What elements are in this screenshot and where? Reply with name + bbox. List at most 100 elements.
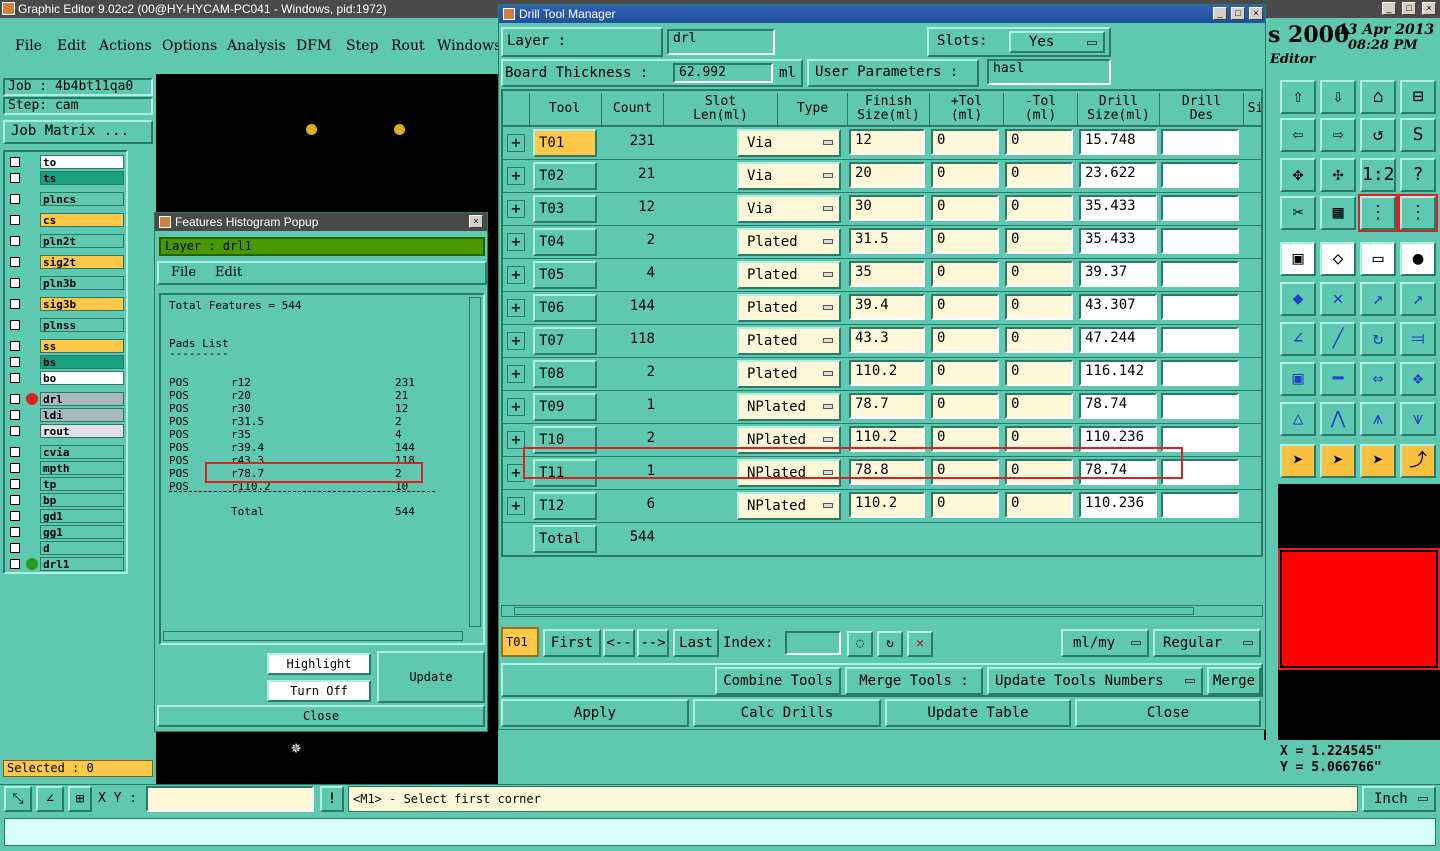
drill-des-field[interactable] <box>1161 228 1239 254</box>
highlight-button[interactable]: Highlight <box>267 653 371 675</box>
layer-row[interactable]: bs <box>6 355 124 369</box>
layer-row[interactable]: sig3b <box>6 297 124 311</box>
lock-icon[interactable]: ◌ <box>847 631 873 657</box>
layer-row[interactable]: tp <box>6 477 124 491</box>
layer-checkbox[interactable] <box>10 194 20 204</box>
drill-size-field[interactable]: 15.748 <box>1079 129 1157 155</box>
drill-des-field[interactable] <box>1161 162 1239 188</box>
maximize-icon[interactable]: □ <box>1402 2 1416 15</box>
minus-tol-field[interactable]: 0 <box>1005 261 1073 287</box>
grid-icon[interactable]: ⊞ <box>68 786 92 812</box>
menu-rout[interactable]: Rout <box>391 38 425 54</box>
layer-row[interactable]: rout <box>6 424 124 438</box>
next-button[interactable]: --> <box>637 629 669 657</box>
layer-row[interactable]: to <box>6 155 124 169</box>
menu-file[interactable]: File <box>15 38 42 54</box>
units-dropdown[interactable]: ml/my <box>1061 629 1149 657</box>
arrow-icon[interactable]: ↗ <box>1360 282 1396 316</box>
tool-type-dropdown[interactable]: NPlated <box>737 393 841 421</box>
layer-checkbox[interactable] <box>10 527 20 537</box>
layer-row[interactable]: drl <box>6 392 124 406</box>
minus-tol-field[interactable]: 0 <box>1005 228 1073 254</box>
minus-tol-field[interactable]: 0 <box>1005 393 1073 419</box>
minus-tol-field[interactable]: 0 <box>1005 195 1073 221</box>
help-icon[interactable]: ? <box>1400 158 1436 192</box>
layer-checkbox[interactable] <box>10 299 20 309</box>
plus-tol-field[interactable]: 0 <box>931 162 999 188</box>
expand-icon[interactable]: + <box>507 497 525 515</box>
layer-checkbox[interactable] <box>10 479 20 489</box>
plus-tol-field[interactable]: 0 <box>931 492 999 518</box>
rotate-icon[interactable]: ↺ <box>1360 118 1396 152</box>
minus-tol-field[interactable]: 0 <box>1005 162 1073 188</box>
center-icon[interactable]: ✣ <box>1320 158 1356 192</box>
tool-type-dropdown[interactable]: Via <box>737 129 841 157</box>
plus-tol-field[interactable]: 0 <box>931 327 999 353</box>
board-thickness-field[interactable]: 62.992 <box>673 63 773 83</box>
cross-icon[interactable]: ✕ <box>1320 282 1356 316</box>
zoom-fit-icon[interactable]: ⤡ <box>4 786 32 812</box>
layer-checkbox[interactable] <box>10 341 20 351</box>
update-tools-numbers-dropdown[interactable]: Update Tools Numbers <box>987 667 1203 695</box>
layer-checkbox[interactable] <box>10 394 20 404</box>
layer-checkbox[interactable] <box>10 373 20 383</box>
snap-icon[interactable]: S <box>1400 118 1436 152</box>
plus-tol-field[interactable]: 0 <box>931 195 999 221</box>
left-icon[interactable]: ⇦ <box>1280 118 1316 152</box>
menu-step[interactable]: Step <box>346 38 378 54</box>
layer-row[interactable]: gd1 <box>6 509 124 523</box>
xy-input[interactable] <box>146 786 314 812</box>
minus-tol-field[interactable]: 0 <box>1005 129 1073 155</box>
layer-checkbox[interactable] <box>10 543 20 553</box>
dash-icon[interactable]: ━ <box>1320 362 1356 396</box>
drill-des-field[interactable] <box>1161 261 1239 287</box>
layers-icon[interactable]: ⋮ <box>1358 194 1398 232</box>
tool-type-dropdown[interactable]: Plated <box>737 360 841 388</box>
menu-actions[interactable]: Actions <box>99 38 152 54</box>
calc-drills-button[interactable]: Calc Drills <box>693 699 881 727</box>
drill-size-field[interactable]: 35.433 <box>1079 195 1157 221</box>
layers-alt-icon[interactable]: ⋮ <box>1398 194 1438 232</box>
layer-row[interactable]: ts <box>6 171 124 185</box>
overview-map[interactable] <box>1278 548 1440 670</box>
drill-size-field[interactable]: 110.236 <box>1079 492 1157 518</box>
layer-checkbox[interactable] <box>10 559 20 569</box>
turn-off-button[interactable]: Turn Off <box>267 680 371 702</box>
drill-size-field[interactable]: 35.433 <box>1079 228 1157 254</box>
tool-id[interactable]: T04 <box>533 228 597 256</box>
plus-tol-field[interactable]: 0 <box>931 360 999 386</box>
histogram-menu-edit[interactable]: Edit <box>215 265 242 280</box>
merge-button[interactable]: Merge <box>1207 667 1261 695</box>
drill-des-field[interactable] <box>1161 294 1239 320</box>
plus-tol-field[interactable]: 0 <box>931 393 999 419</box>
drill-des-field[interactable] <box>1161 195 1239 221</box>
table-hscrollbar[interactable] <box>501 605 1263 617</box>
minimize-icon[interactable]: _ <box>1382 2 1396 15</box>
arc-icon[interactable]: ↻ <box>1360 322 1396 356</box>
layer-row[interactable]: sig2t <box>6 255 124 269</box>
menu-edit[interactable]: Edit <box>57 38 86 54</box>
tool-type-dropdown[interactable]: Via <box>737 195 841 223</box>
close-icon[interactable]: × <box>1249 7 1263 20</box>
layer-row[interactable]: pln2t <box>6 234 124 248</box>
tool-id[interactable]: T06 <box>533 294 597 322</box>
down-layer-icon[interactable]: ⇩ <box>1320 80 1356 114</box>
route-icon[interactable]: ⤴ <box>1400 444 1436 478</box>
prev-button[interactable]: <-- <box>603 629 635 657</box>
drill-des-field[interactable] <box>1161 129 1239 155</box>
minus-tol-field[interactable]: 0 <box>1005 360 1073 386</box>
box-icon[interactable]: ▣ <box>1280 362 1316 396</box>
tool-id[interactable]: T12 <box>533 492 597 520</box>
layer-row[interactable]: drl1 <box>6 557 124 571</box>
minimize-icon[interactable]: _ <box>1213 7 1227 20</box>
drill-size-field[interactable]: 39.37 <box>1079 261 1157 287</box>
first-button[interactable]: First <box>543 629 601 657</box>
layer-row[interactable]: ldi <box>6 408 124 422</box>
finish-size-field[interactable]: 35 <box>849 261 925 287</box>
arch-icon[interactable]: ⩚ <box>1360 402 1396 436</box>
layer-row[interactable]: cs <box>6 213 124 227</box>
layer-checkbox[interactable] <box>10 495 20 505</box>
layer-row[interactable]: bp <box>6 493 124 507</box>
finish-size-field[interactable]: 110.2 <box>849 360 925 386</box>
expand-icon[interactable]: + <box>507 365 525 383</box>
